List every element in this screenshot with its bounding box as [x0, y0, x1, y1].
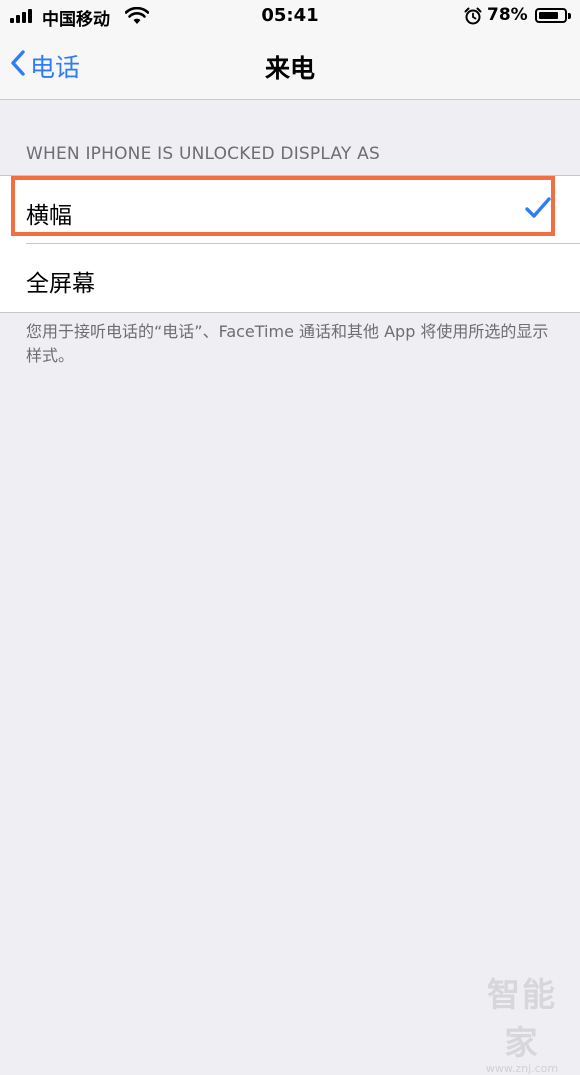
option-label: 横幅 — [26, 203, 72, 229]
watermark-brand: 智能家 — [487, 975, 557, 1062]
display-style-list: 横幅 全屏幕 — [0, 175, 580, 313]
battery-percentage: 78% — [487, 5, 528, 25]
battery-cap — [568, 13, 571, 19]
battery-icon — [535, 8, 567, 23]
watermark-url: www.znj.com — [485, 1062, 559, 1075]
alarm-icon — [464, 7, 482, 29]
checkmark-icon — [524, 196, 552, 224]
option-fullscreen[interactable]: 全屏幕 — [0, 244, 580, 312]
section-header: WHEN IPHONE IS UNLOCKED DISPLAY AS — [26, 144, 380, 164]
navigation-bar: 电话 来电 — [0, 34, 580, 100]
status-bar: 中国移动 05:41 78% — [0, 0, 580, 34]
option-banner[interactable]: 横幅 — [0, 176, 580, 244]
option-label: 全屏幕 — [26, 271, 95, 297]
page-title: 来电 — [264, 54, 315, 83]
section-footer-note: 您用于接听电话的“电话”、FaceTime 通话和其他 App 将使用所选的显示… — [26, 322, 549, 365]
watermark-logo: 智能家 www.znj.com — [470, 968, 574, 1075]
